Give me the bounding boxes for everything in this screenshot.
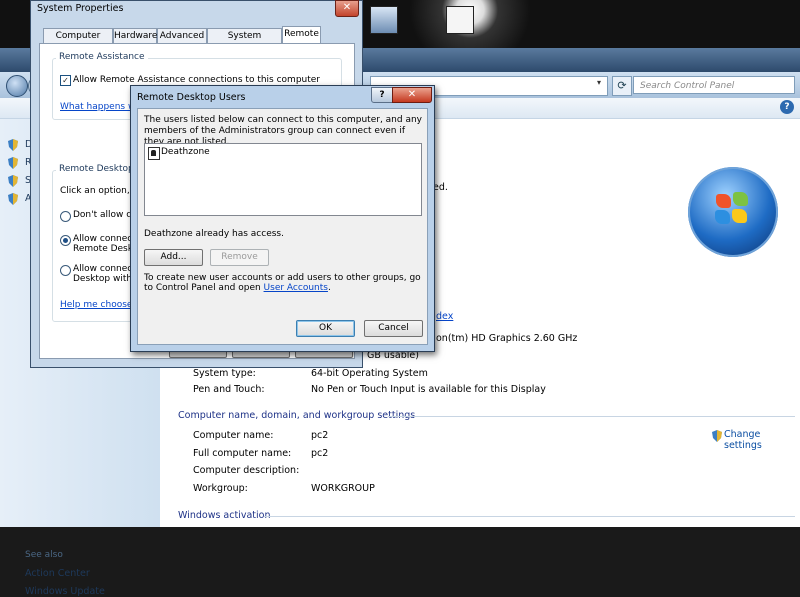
computer-name-section-heading: Computer name, domain, and workgroup set… [178,410,416,421]
pen-touch-label: Pen and Touch: [193,384,265,395]
experience-index-link[interactable]: dex [436,311,453,322]
tab-advanced[interactable]: Advanced [157,28,207,44]
access-status-text: Deathzone already has access. [144,229,284,239]
windows-logo [688,167,778,257]
remote-desktop-users-dialog: Remote Desktop Users ? ✕ The users liste… [130,85,435,352]
ok-button[interactable]: OK [296,320,355,337]
tab-system-protection[interactable]: System Protection [207,28,282,55]
processor-value: on(tm) HD Graphics 2.60 GHz [436,333,578,344]
tab-hardware[interactable]: Hardware [113,28,157,44]
rating-text: ed. [433,182,448,193]
allow-any-version-radio[interactable] [60,235,71,246]
shield-icon [712,430,722,442]
back-button[interactable] [6,75,28,97]
shield-icon [8,157,18,169]
windows-activation-heading: Windows activation [178,510,271,521]
close-button[interactable]: ✕ [335,0,359,17]
divider [388,416,795,417]
desktop-icon[interactable] [446,6,474,34]
info-text-end: . [327,283,331,293]
remote-assistance-group-title: Remote Assistance [56,52,148,62]
full-computer-name-value: pc2 [311,448,329,459]
shield-icon [8,175,18,187]
help-icon[interactable]: ? [780,100,794,114]
user-accounts-info: To create new user accounts or add users… [144,273,422,293]
see-also-heading: See also [25,550,63,560]
close-button[interactable]: ✕ [392,87,432,103]
allow-remote-assistance-label: Allow Remote Assistance connections to t… [73,75,321,85]
allow-nla-radio[interactable] [60,265,71,276]
user-accounts-link[interactable]: User Accounts [264,283,328,293]
search-input[interactable]: Search Control Panel [633,76,795,94]
remove-user-button[interactable]: Remove [210,249,269,266]
help-me-choose-link[interactable]: Help me choose [60,300,132,310]
cancel-button[interactable]: Cancel [364,320,423,337]
system-type-value: 64-bit Operating System [311,368,428,379]
full-computer-name-label: Full computer name: [193,448,292,459]
computer-description-label: Computer description: [193,465,300,476]
workgroup-value: WORKGROUP [311,483,375,494]
dialog-title: Remote Desktop Users [137,92,246,103]
workgroup-label: Workgroup: [193,483,248,494]
system-type-label: System type: [193,368,256,379]
allow-remote-assistance-checkbox[interactable]: ✓ [60,75,71,86]
computer-name-label: Computer name: [193,430,274,441]
dont-allow-radio[interactable] [60,211,71,222]
action-center-link[interactable]: Action Center [25,568,90,579]
divider [264,516,795,517]
add-user-button[interactable]: Add... [144,249,203,266]
dialog-body: The users listed below can connect to th… [137,108,428,345]
shield-icon [8,139,18,151]
user-icon [148,147,160,160]
users-list[interactable]: Deathzone [144,143,422,216]
change-settings-link[interactable]: Change settings [724,429,800,451]
remote-desktop-group-title: Remote Desktop [56,164,137,174]
help-button[interactable]: ? [371,87,393,103]
desktop-icon[interactable] [370,6,398,34]
pen-touch-value: No Pen or Touch Input is available for t… [311,384,546,395]
chevron-down-icon[interactable]: ▾ [594,78,604,92]
refresh-icon[interactable]: ⟳ [612,76,632,96]
computer-name-value: pc2 [311,430,329,441]
windows-update-link[interactable]: Windows Update [25,586,105,597]
tab-computer-name[interactable]: Computer Name [43,28,113,55]
window-title: System Properties [37,3,124,14]
shield-icon [8,193,18,205]
list-item[interactable]: Deathzone [161,147,210,157]
